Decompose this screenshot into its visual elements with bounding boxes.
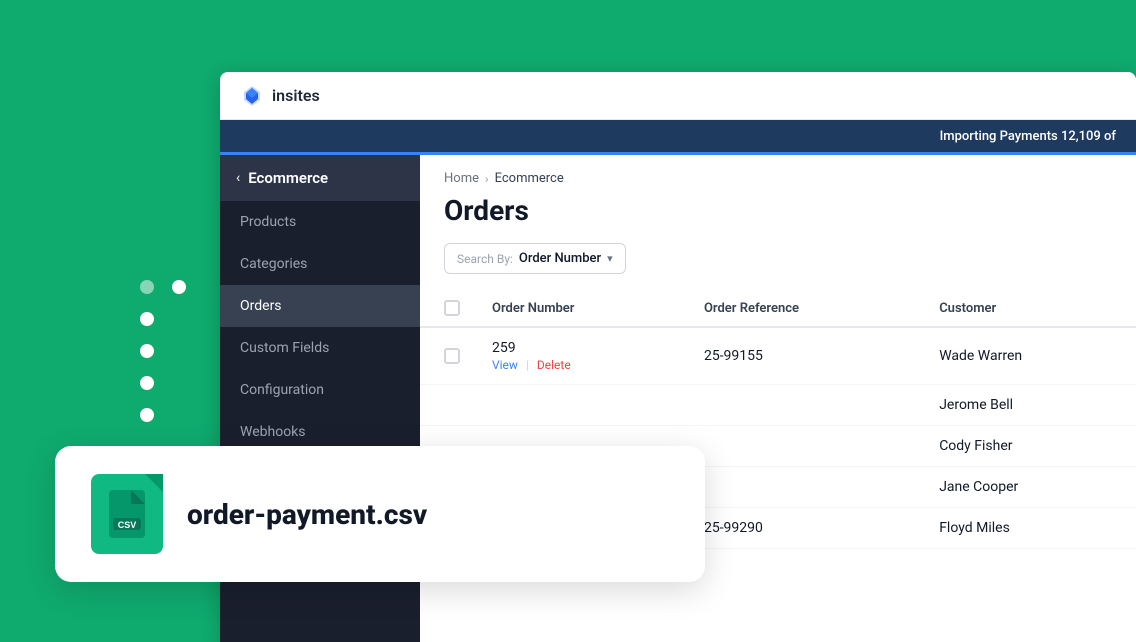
search-by-value: Order Number (519, 251, 601, 266)
dot (172, 280, 186, 294)
csv-icon: CSV (91, 474, 163, 554)
delete-action[interactable]: Delete (537, 358, 571, 372)
import-bar-text: Importing Payments 12,109 of (940, 129, 1116, 144)
page-title: Orders (420, 186, 1136, 243)
table-header-row: Order Number Order Reference Customer (420, 290, 1136, 327)
customer-header: Customer (923, 290, 1136, 327)
customer-cell: Wade Warren (923, 327, 1136, 385)
decorative-dots (140, 280, 186, 422)
row-checkbox[interactable] (444, 348, 460, 364)
dot (140, 344, 154, 358)
search-by-dropdown[interactable]: Search By: Order Number ▾ (444, 243, 626, 274)
dot (140, 312, 154, 326)
csv-filename: order-payment.csv (187, 498, 427, 531)
order-number-header: Order Number (476, 290, 688, 327)
sidebar-item-orders[interactable]: Orders (220, 285, 420, 327)
customer-cell: Jerome Bell (923, 385, 1136, 426)
table-row: Jerome Bell (420, 385, 1136, 426)
select-all-header (420, 290, 476, 327)
dot (140, 408, 154, 422)
order-ref-cell: 25-99155 (688, 327, 923, 385)
table-row: 259 View | Delete 25-99155 Wade Warren (420, 327, 1136, 385)
sidebar-item-products[interactable]: Products (220, 201, 420, 243)
view-action[interactable]: View (492, 358, 518, 372)
customer-cell: Cody Fisher (923, 426, 1136, 467)
import-bar: Importing Payments 12,109 of (220, 120, 1136, 152)
sidebar-item-custom-fields[interactable]: Custom Fields (220, 327, 420, 369)
chevron-down-icon: ▾ (607, 252, 613, 265)
order-number-cell: 259 View | Delete (476, 327, 688, 385)
action-separator: | (526, 358, 529, 372)
order-ref-cell: 25-99290 (688, 508, 923, 549)
logo-icon (240, 84, 264, 108)
dot (140, 376, 154, 390)
breadcrumb: Home › Ecommerce (420, 155, 1136, 186)
csv-card: CSV order-payment.csv (55, 446, 705, 582)
svg-text:CSV: CSV (118, 520, 137, 530)
browser-topbar: insites (220, 72, 1136, 120)
sidebar-item-categories[interactable]: Categories (220, 243, 420, 285)
sidebar-header: ‹ Ecommerce (220, 155, 420, 201)
sidebar-item-configuration[interactable]: Configuration (220, 369, 420, 411)
order-num: 259 (492, 340, 672, 356)
search-bar: Search By: Order Number ▾ (420, 243, 1136, 290)
customer-cell: Jane Cooper (923, 467, 1136, 508)
app-name: insites (272, 86, 320, 105)
breadcrumb-home[interactable]: Home (444, 171, 479, 186)
breadcrumb-chevron: › (485, 172, 489, 186)
breadcrumb-section: Ecommerce (495, 171, 564, 186)
csv-file-icon: CSV (105, 486, 149, 542)
select-all-checkbox[interactable] (444, 300, 460, 316)
order-reference-header: Order Reference (688, 290, 923, 327)
row-checkbox-cell (420, 327, 476, 385)
logo-area: insites (240, 84, 320, 108)
sidebar-title: Ecommerce (248, 169, 328, 187)
back-icon[interactable]: ‹ (236, 170, 240, 186)
search-by-label: Search By: (457, 252, 513, 266)
customer-cell: Floyd Miles (923, 508, 1136, 549)
dot (140, 280, 154, 294)
